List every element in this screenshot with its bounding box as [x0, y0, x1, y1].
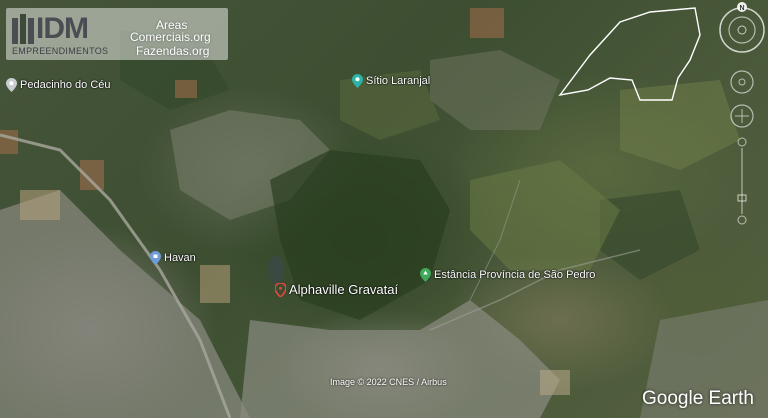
- google-earth-brand: Google Earth: [642, 388, 754, 409]
- compass-north-label: N: [739, 5, 744, 12]
- satellite-map[interactable]: IDM EMPREENDIMENTOS Areas Comerciais.org…: [0, 0, 768, 418]
- logo-fazendas-text: Fazendas.org: [136, 44, 210, 58]
- place-pin-icon: [352, 74, 363, 88]
- place-sitio[interactable]: Sítio Laranjal: [352, 74, 430, 88]
- place-label: Sítio Laranjal: [366, 75, 431, 87]
- logo-comerciais-text: Comerciais.org: [130, 30, 211, 44]
- place-alphaville[interactable]: Alphaville Gravataí: [275, 282, 398, 297]
- idm-logo-mark-icon: [12, 14, 34, 44]
- place-estancia[interactable]: Estância Província de São Pedro: [420, 268, 595, 282]
- place-label: Alphaville Gravataí: [289, 282, 399, 297]
- look-joystick-icon[interactable]: [730, 70, 754, 94]
- park-pin-icon: [420, 268, 431, 282]
- place-havan[interactable]: Havan: [150, 251, 196, 265]
- place-pin-icon: [6, 78, 17, 92]
- place-label: Havan: [164, 252, 196, 264]
- move-joystick-icon[interactable]: [730, 104, 754, 128]
- idm-logo-text: IDM: [36, 12, 89, 45]
- place-label: Pedacinho do Céu: [20, 79, 111, 91]
- idm-logo: IDM EMPREENDIMENTOS Areas Comerciais.org…: [6, 8, 228, 60]
- navigation-controls: N: [716, 0, 768, 250]
- image-attribution: Image © 2022 CNES / Airbus: [330, 377, 447, 387]
- nav-graphics: N: [719, 2, 765, 225]
- place-label: Estância Província de São Pedro: [434, 269, 596, 281]
- idm-logo-subtitle: EMPREENDIMENTOS: [12, 46, 109, 56]
- terrain-layer: [0, 7, 768, 418]
- place-pedacinho[interactable]: Pedacinho do Céu: [6, 78, 111, 92]
- shopping-pin-icon: [150, 251, 161, 265]
- zoom-slider-icon[interactable]: [737, 137, 747, 225]
- location-pin-icon: [275, 282, 286, 297]
